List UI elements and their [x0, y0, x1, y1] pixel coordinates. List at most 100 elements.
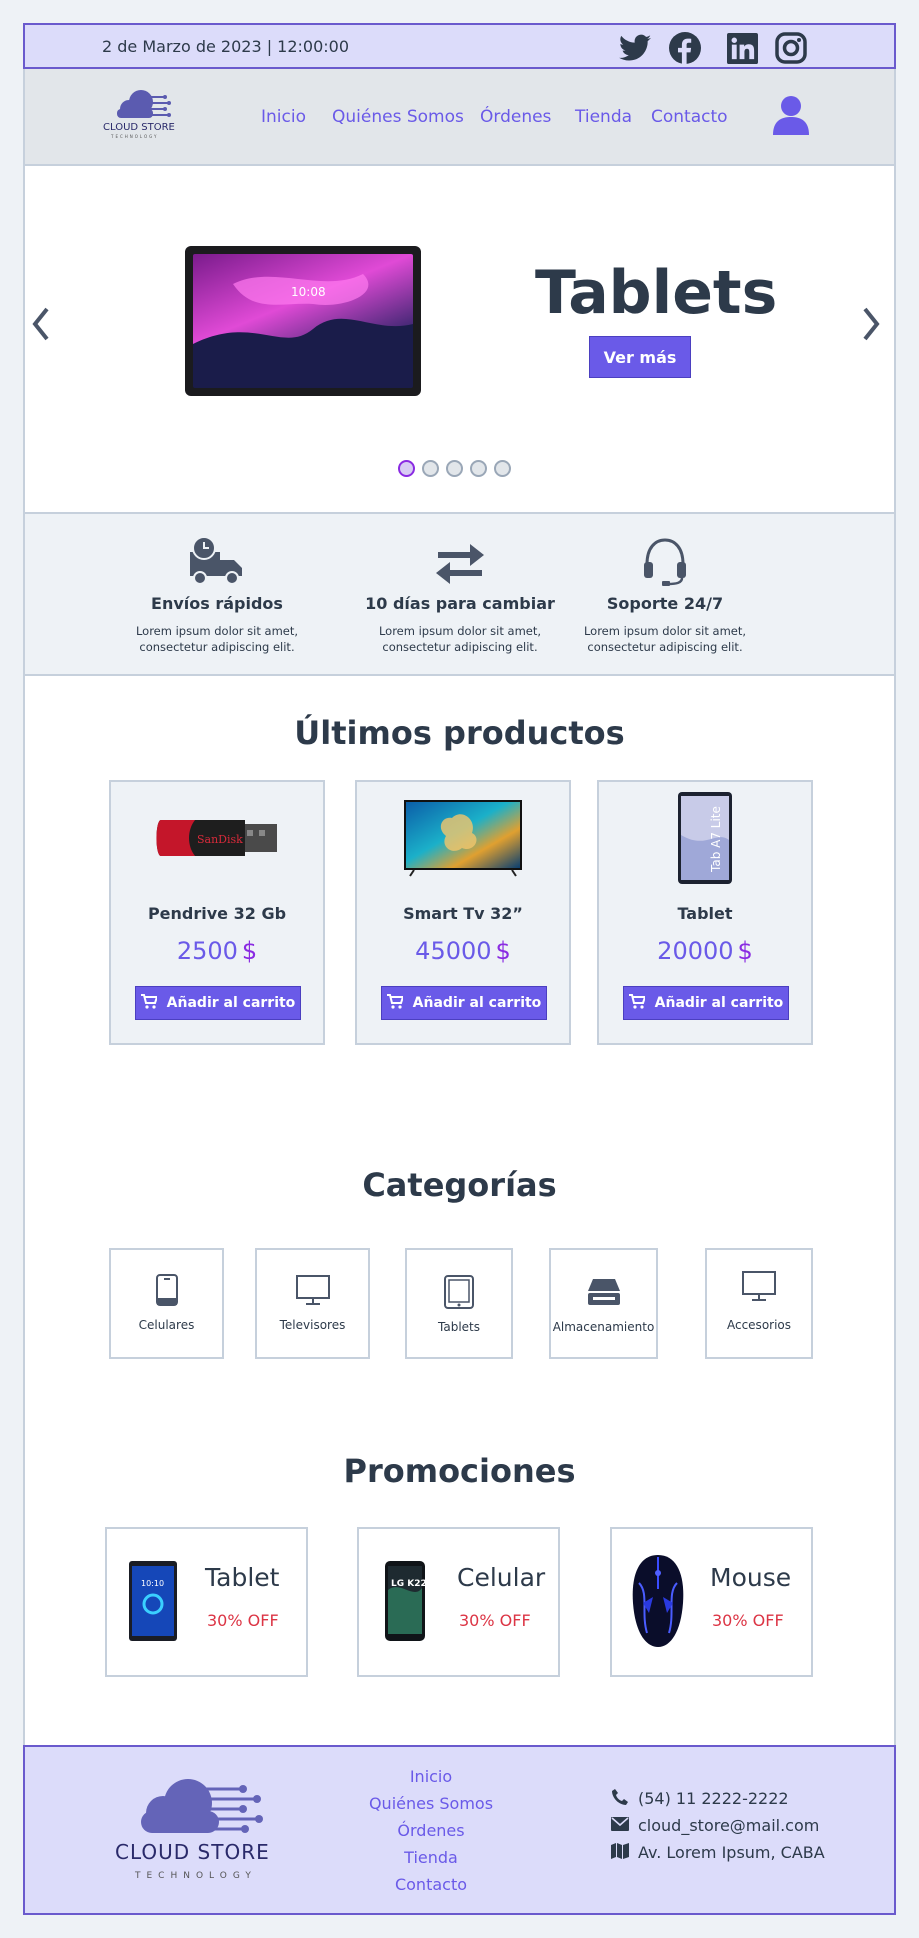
category-celulares[interactable]: Celulares	[109, 1248, 224, 1359]
carousel-dot-3[interactable]	[446, 460, 463, 477]
site-footer: CLOUD STORE TECHNOLOGY Inicio Quiénes So…	[23, 1745, 896, 1915]
carousel-dot-2[interactable]	[422, 460, 439, 477]
feature-shipping: Envíos rápidos Lorem ipsum dolor sit ame…	[117, 532, 317, 655]
cart-icon	[140, 993, 159, 1013]
logo-subtext: TECHNOLOGY	[110, 134, 159, 139]
feature-text: Lorem ipsum dolor sit amet, consectetur …	[583, 624, 747, 654]
tablet-device-label: Tab A7 Lite	[709, 806, 723, 873]
nav-ordenes[interactable]: Órdenes	[480, 107, 551, 127]
nav-inicio[interactable]: Inicio	[261, 107, 306, 127]
product-card-smart-tv: Smart Tv 32” 45000 $ Añadir al carrito	[355, 780, 571, 1045]
category-label: Tablets	[438, 1320, 480, 1334]
promo-tablet-screen-text: 10:10	[141, 1579, 164, 1588]
instagram-icon[interactable]	[773, 31, 809, 65]
exchange-arrows-icon	[360, 532, 560, 586]
footer-logo-text: CLOUD STORE	[115, 1840, 270, 1864]
carousel-indicators	[398, 460, 511, 477]
hero-tablet-image: 10:08	[185, 246, 421, 396]
footer-address: Av. Lorem Ipsum, CABA	[638, 1843, 825, 1862]
promo-image-mouse	[628, 1553, 688, 1649]
promo-card-mouse[interactable]: Mouse 30% OFF	[610, 1527, 813, 1677]
footer-email: cloud_store@mail.com	[638, 1816, 820, 1835]
product-card-tablet: Tab A7 Lite Tablet 20000 $ Añadir al carr…	[597, 780, 813, 1045]
pendrive-brand-label: SanDisk	[197, 833, 243, 846]
product-name: Tablet	[677, 904, 733, 923]
category-label: Televisores	[279, 1318, 346, 1332]
footer-contact: (54) 11 2222-2222 cloud_store@mail.com A…	[611, 1785, 825, 1866]
add-to-cart-label: Añadir al carrito	[654, 995, 784, 1011]
cart-icon	[386, 993, 405, 1013]
footer-phone: (54) 11 2222-2222	[638, 1789, 789, 1808]
latest-products-title: Últimos productos	[294, 714, 625, 752]
nav-contacto[interactable]: Contacto	[651, 107, 728, 127]
cart-icon	[628, 993, 647, 1013]
footer-logo-subtext: TECHNOLOGY	[134, 1871, 257, 1881]
carousel-dot-5[interactable]	[494, 460, 511, 477]
promo-discount: 30% OFF	[712, 1611, 784, 1630]
promo-card-celular[interactable]: LG K22 Celular 30% OFF	[357, 1527, 560, 1677]
delivery-truck-icon	[117, 532, 317, 586]
feature-title: 10 días para cambiar	[365, 594, 555, 613]
product-currency: $	[495, 937, 511, 965]
product-currency: $	[737, 937, 753, 965]
product-price-value: 45000	[415, 937, 492, 965]
category-label: Celulares	[138, 1318, 195, 1332]
footer-link-inicio[interactable]: Inicio	[351, 1763, 511, 1790]
product-currency: $	[241, 937, 258, 965]
carousel-dot-4[interactable]	[470, 460, 487, 477]
feature-exchange: 10 días para cambiar Lorem ipsum dolor s…	[360, 532, 560, 655]
user-account-icon[interactable]	[773, 95, 809, 139]
map-icon	[611, 1842, 629, 1863]
category-accesorios[interactable]: Accesorios	[705, 1248, 813, 1359]
category-almacenamiento[interactable]: Almacenamiento	[549, 1248, 658, 1359]
facebook-icon[interactable]	[667, 31, 703, 65]
add-to-cart-button[interactable]: Añadir al carrito	[135, 986, 301, 1020]
mobile-phone-icon	[155, 1272, 178, 1308]
nav-tienda[interactable]: Tienda	[575, 107, 632, 127]
category-televisores[interactable]: Televisores	[255, 1248, 370, 1359]
hero-device-time: 10:08	[291, 285, 326, 299]
nav-quienes-somos[interactable]: Quiénes Somos	[332, 107, 464, 127]
feature-text: Lorem ipsum dolor sit amet, consectetur …	[135, 624, 299, 654]
footer-link-contacto[interactable]: Contacto	[351, 1871, 511, 1898]
footer-link-tienda[interactable]: Tienda	[351, 1844, 511, 1871]
linkedin-icon[interactable]	[725, 31, 759, 65]
carousel-dot-1[interactable]	[398, 460, 415, 477]
site-logo[interactable]: CLOUD STORE TECHNOLOGY	[103, 87, 189, 139]
category-label: Almacenamiento	[552, 1320, 655, 1334]
hero-see-more-button[interactable]: Ver más	[589, 336, 691, 378]
carousel-prev-icon[interactable]	[31, 306, 51, 346]
footer-logo[interactable]: CLOUD STORE TECHNOLOGY	[113, 1775, 289, 1885]
footer-link-ordenes[interactable]: Órdenes	[351, 1817, 511, 1844]
hero-carousel: 10:08 Tablets Ver más	[25, 166, 894, 514]
product-image-tablet: Tab A7 Lite	[599, 792, 811, 884]
headset-icon	[565, 532, 765, 586]
tablet-icon	[444, 1274, 474, 1310]
feature-title: Soporte 24/7	[606, 594, 724, 613]
category-tablets[interactable]: Tablets	[405, 1248, 513, 1359]
category-label: Accesorios	[726, 1318, 792, 1332]
product-name: Pendrive 32 Gb	[147, 904, 287, 923]
categories-title: Categorías	[362, 1166, 557, 1204]
twitter-icon[interactable]	[617, 31, 653, 65]
product-price-value: 2500	[176, 937, 238, 965]
features-strip: Envíos rápidos Lorem ipsum dolor sit ame…	[25, 514, 894, 676]
main-navbar: CLOUD STORE TECHNOLOGY Inicio Quiénes So…	[23, 69, 896, 166]
monitor-icon	[742, 1268, 776, 1304]
promo-image-celular: LG K22	[375, 1553, 435, 1649]
promo-image-tablet: 10:10	[123, 1553, 183, 1649]
logo-text: CLOUD STORE	[103, 122, 175, 133]
footer-link-quienes-somos[interactable]: Quiénes Somos	[351, 1790, 511, 1817]
promo-card-tablet[interactable]: 10:10 Tablet 30% OFF	[105, 1527, 308, 1677]
feature-support: Soporte 24/7 Lorem ipsum dolor sit amet,…	[565, 532, 765, 655]
carousel-next-icon[interactable]	[861, 306, 881, 346]
add-to-cart-button[interactable]: Añadir al carrito	[623, 986, 789, 1020]
add-to-cart-button[interactable]: Añadir al carrito	[381, 986, 547, 1020]
product-price-value: 20000	[657, 937, 734, 965]
promotions-title: Promociones	[343, 1452, 576, 1490]
email-icon	[611, 1816, 629, 1835]
promo-phone-screen-text: LG K22	[391, 1579, 426, 1589]
product-price: 20000 $	[599, 937, 811, 965]
promo-name: Celular	[457, 1563, 546, 1592]
product-name: Smart Tv 32”	[403, 904, 523, 923]
